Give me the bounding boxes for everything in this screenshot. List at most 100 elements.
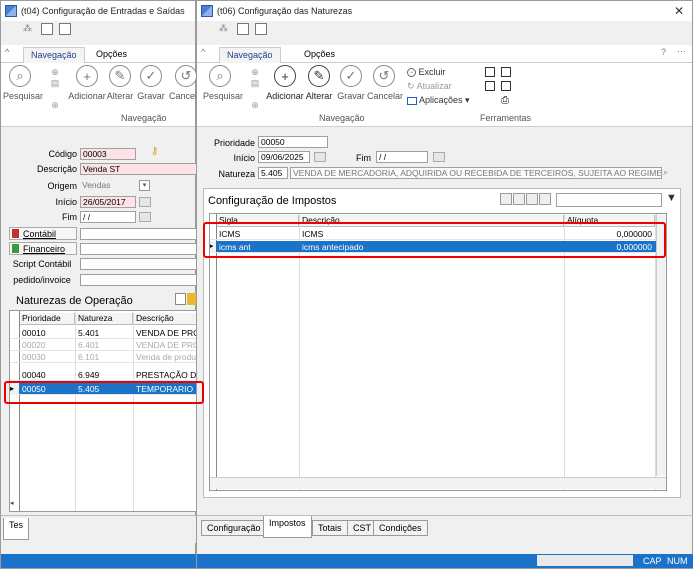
cell-prioridade: 00030 — [22, 352, 46, 362]
codigo-field[interactable]: 00003 — [80, 148, 136, 160]
aplicacoes-button[interactable]: Aplicações ▾ — [407, 95, 470, 106]
search-icon: ⌕ — [9, 65, 31, 87]
cell-natureza: 5.401 — [78, 328, 100, 338]
right-gravar-button[interactable]: ✓ Gravar — [335, 65, 367, 101]
ferramentas-icon-3[interactable] — [485, 81, 495, 91]
grid-new-icon[interactable] — [500, 193, 512, 205]
fim-calendar-icon[interactable] — [139, 212, 151, 222]
collapse-ribbon-icon[interactable]: ^ — [5, 47, 9, 57]
left-adicionar-button[interactable]: + Adicionar — [67, 65, 107, 101]
qa-icon-1[interactable]: ⁂ — [219, 23, 231, 35]
table-row[interactable]: 00040 6.949 PRESTAÇÃO DE — [10, 369, 198, 381]
col-prioridade[interactable]: Prioridade — [19, 313, 75, 325]
right-ribbon: ⌕ Pesquisar ⊕ ▤ ⊕ + Adicionar ✎ Alterar ✓ … — [197, 63, 692, 127]
left-tab-navegacao[interactable]: Navegação — [23, 47, 85, 63]
grid-delete-icon[interactable] — [526, 193, 538, 205]
help-icon[interactable]: ? — [661, 47, 666, 57]
cell-descricao: VENDA DE PROD — [136, 328, 199, 338]
inicio-calendar-icon[interactable] — [139, 197, 151, 207]
cell-prioridade: 00020 — [22, 340, 46, 350]
left-gravar-button[interactable]: ✓ Gravar — [135, 65, 167, 101]
inicio-field[interactable]: 26/05/2017 — [80, 196, 136, 208]
script-contabil-field[interactable] — [80, 258, 198, 270]
ferramentas-icon-1[interactable] — [485, 67, 495, 77]
impostos-title: Configuração de Impostos — [208, 195, 337, 207]
close-icon[interactable]: ✕ — [674, 4, 684, 18]
left-ribbon-tabs: ^ Navegação Opções — [1, 45, 195, 63]
pedido-invoice-label: pedido/invoice — [13, 275, 71, 285]
tab-totais[interactable]: Totais — [312, 520, 348, 536]
pedido-invoice-field[interactable] — [80, 274, 198, 286]
undo-icon: ↺ — [175, 65, 197, 87]
contabil-button[interactable]: Contábil — [9, 227, 77, 240]
collapse-ribbon-icon[interactable]: ^ — [201, 47, 205, 57]
print-icon[interactable]: ⎙ — [501, 95, 509, 106]
right-group-navegacao: Navegação — [319, 113, 365, 123]
left-tab-opcoes[interactable]: Opções — [89, 47, 134, 63]
right-arrow-icons[interactable]: ⊕ ▤ ⊕ — [248, 67, 262, 111]
key-icon[interactable]: ⚷ — [151, 146, 158, 157]
more-options-icon[interactable]: ⋯ — [677, 46, 686, 57]
horizontal-scrollbar[interactable] — [210, 477, 666, 489]
book-icon — [12, 229, 19, 238]
left-pesquisar-button[interactable]: ⌕ Pesquisar — [3, 65, 43, 101]
cell-natureza: 6.101 — [78, 352, 100, 362]
excluir-button[interactable]: − Excluir — [407, 67, 446, 78]
natureza-label: Natureza — [218, 169, 255, 179]
right-alterar-button[interactable]: ✎ Alterar — [303, 65, 335, 101]
table-row[interactable]: 00010 5.401 VENDA DE PROD — [10, 327, 198, 339]
filter-icon[interactable]: ▼ — [666, 192, 677, 204]
natureza-code-field[interactable]: 5.405 — [258, 167, 288, 179]
right-cancelar-button[interactable]: ↺ Cancelar — [367, 65, 403, 101]
new-doc-icon[interactable] — [175, 293, 186, 305]
qa-icon-1[interactable]: ⁂ — [23, 23, 35, 35]
num-indicator: NUM — [667, 556, 688, 566]
impostos-filter-input[interactable] — [556, 193, 662, 207]
ferramentas-icon-2[interactable] — [501, 67, 511, 77]
qa-icon-2[interactable] — [41, 23, 53, 35]
grid-search-icon[interactable] — [539, 193, 551, 205]
tab-condicoes[interactable]: Condições — [373, 520, 428, 536]
col-natureza[interactable]: Natureza — [75, 313, 133, 325]
natureza-search-icon[interactable]: ⌕ — [663, 167, 673, 179]
origem-select[interactable]: Vendas — [80, 180, 136, 192]
fim-calendar-icon[interactable] — [433, 152, 445, 162]
col-descricao[interactable]: Descrição — [133, 313, 198, 325]
qa-icon-3[interactable] — [59, 23, 71, 35]
left-bottom-tab[interactable]: Tes — [3, 518, 30, 540]
origem-dropdown-icon[interactable]: ▾ — [139, 180, 150, 191]
app-icon — [201, 5, 213, 17]
inicio-field[interactable]: 09/06/2025 — [258, 151, 310, 163]
financeiro-field[interactable] — [80, 243, 198, 255]
financeiro-button[interactable]: Financeiro — [9, 242, 77, 255]
cell-descricao: VENDA DE PROD — [136, 340, 199, 350]
left-arrow-icons[interactable]: ⊕ ▤ ⊕ — [48, 67, 62, 111]
prioridade-field[interactable]: 00050 — [258, 136, 328, 148]
inicio-calendar-icon[interactable] — [314, 152, 326, 162]
qa-icon-2[interactable] — [237, 23, 249, 35]
descricao-field[interactable]: Venda ST — [80, 163, 198, 175]
right-tab-navegacao[interactable]: Navegação — [219, 47, 281, 63]
table-row[interactable]: 00020 6.401 VENDA DE PROD — [10, 339, 198, 351]
highlight-box-naturezas — [4, 381, 204, 404]
ferramentas-icon-4[interactable] — [501, 81, 511, 91]
tab-configuracao[interactable]: Configuração — [201, 520, 267, 536]
contabil-field[interactable] — [80, 228, 198, 240]
grid-edit-icon[interactable] — [513, 193, 525, 205]
table-row[interactable]: 00030 6.101 Venda de produ — [10, 351, 198, 363]
refresh-icon: ↻ — [407, 81, 415, 91]
right-status-bar: CAP NUM — [197, 554, 693, 568]
tab-impostos[interactable]: Impostos — [263, 516, 312, 538]
grid-scroll-left-icon[interactable]: ◂ — [10, 499, 20, 509]
qa-icon-3[interactable] — [255, 23, 267, 35]
fim-field[interactable]: / / — [376, 151, 428, 163]
left-alterar-button[interactable]: ✎ Alterar — [105, 65, 135, 101]
quick-access-toolbar: ⁂ — [219, 23, 267, 35]
fim-field[interactable]: / / — [80, 211, 136, 223]
right-ribbon-tabs: ^ Navegação Opções ? ⋯ — [197, 45, 692, 63]
right-adicionar-button[interactable]: + Adicionar — [265, 65, 305, 101]
right-pesquisar-button[interactable]: ⌕ Pesquisar — [203, 65, 243, 101]
right-tab-opcoes[interactable]: Opções — [297, 47, 342, 63]
atualizar-button[interactable]: ↻ Atualizar — [407, 81, 452, 92]
plus-icon: + — [274, 65, 296, 87]
